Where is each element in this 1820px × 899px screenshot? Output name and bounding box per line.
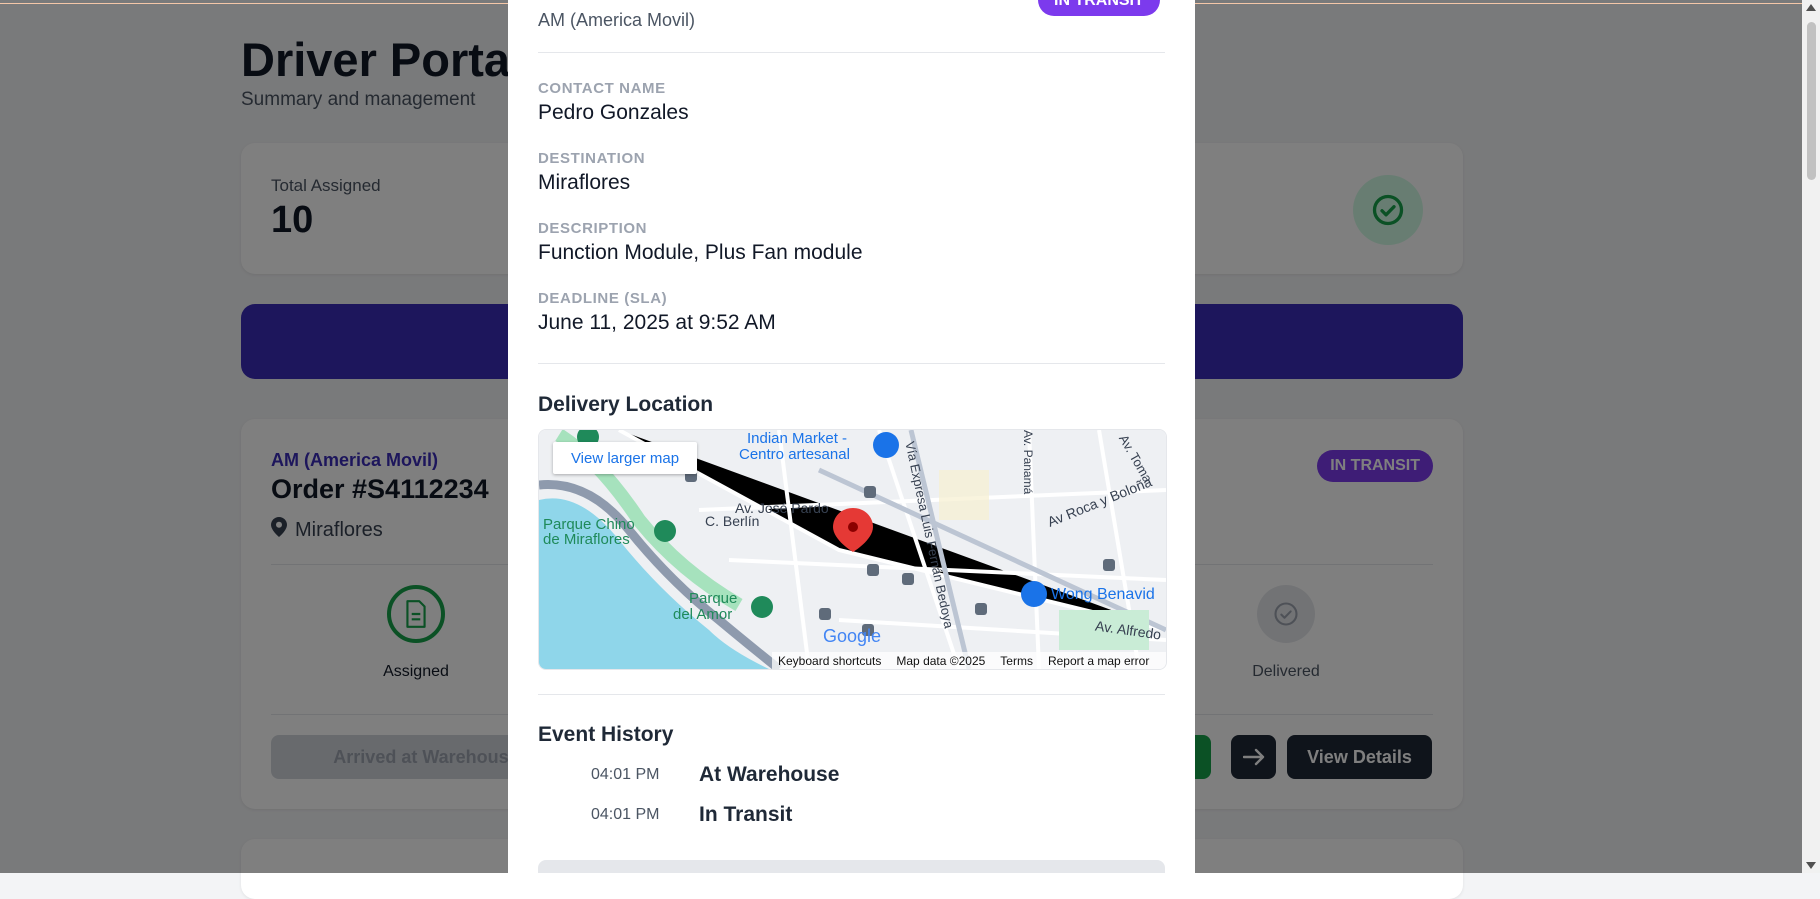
contact-name-label: CONTACT NAME bbox=[538, 80, 666, 97]
event-time: 04:01 PM bbox=[591, 766, 660, 783]
modal-divider bbox=[538, 694, 1165, 695]
event-name: At Warehouse bbox=[699, 763, 840, 786]
map-footer: Keyboard shortcuts Map data ©2025 Terms … bbox=[772, 652, 1166, 669]
modal-divider bbox=[538, 363, 1165, 364]
scroll-down-arrow-icon[interactable] bbox=[1806, 862, 1816, 869]
destination-value: Miraflores bbox=[538, 171, 631, 194]
map-label-wong: Wong Benavid bbox=[1051, 586, 1155, 603]
description-label: DESCRIPTION bbox=[538, 220, 648, 237]
modal-company: AM (America Movil) bbox=[538, 10, 696, 30]
modal-status-badge: IN TRANSIT bbox=[1038, 0, 1160, 16]
map-label-miraflores-park: de Miraflores bbox=[543, 531, 630, 548]
view-larger-map-link[interactable]: View larger map bbox=[553, 442, 697, 474]
description-value: Function Module, Plus Fan module bbox=[538, 241, 863, 264]
map-label-centro-artesanal: Centro artesanal bbox=[739, 446, 850, 463]
scrollbar-thumb[interactable] bbox=[1807, 22, 1816, 180]
delivery-map[interactable]: View larger map Indian Market - Centro a… bbox=[538, 429, 1167, 670]
contact-name-value: Pedro Gonzales bbox=[538, 101, 689, 124]
google-logo: Google bbox=[823, 626, 882, 646]
destination-label: DESTINATION bbox=[538, 150, 646, 167]
map-label-panama: Av. Panamá bbox=[1021, 430, 1035, 495]
map-label-indian-market: Indian Market - bbox=[747, 430, 848, 447]
event-name: In Transit bbox=[699, 803, 793, 826]
page-scrollbar[interactable] bbox=[1802, 0, 1820, 873]
event-time: 04:01 PM bbox=[591, 806, 660, 823]
map-label-berlin: C. Berlín bbox=[705, 513, 760, 529]
map-terms-link[interactable]: Terms bbox=[1000, 654, 1033, 668]
map-keyboard-shortcuts[interactable]: Keyboard shortcuts bbox=[778, 654, 881, 668]
event-history-title: Event History bbox=[538, 723, 674, 746]
map-label-del-amor: del Amor bbox=[673, 606, 733, 623]
delivery-location-title: Delivery Location bbox=[538, 393, 714, 416]
modal-divider bbox=[538, 52, 1165, 53]
order-details-modal: IN TRANSIT AM (America Movil) CONTACT NA… bbox=[508, 0, 1195, 873]
deadline-label: DEADLINE (SLA) bbox=[538, 290, 668, 307]
scroll-up-arrow-icon[interactable] bbox=[1806, 4, 1816, 11]
modal-footer-button[interactable] bbox=[538, 860, 1165, 873]
map-report-error-link[interactable]: Report a map error bbox=[1048, 654, 1149, 668]
map-data: Map data ©2025 bbox=[896, 653, 986, 668]
deadline-value: June 11, 2025 at 9:52 AM bbox=[538, 311, 776, 334]
map-label-parque: Parque bbox=[689, 590, 738, 607]
